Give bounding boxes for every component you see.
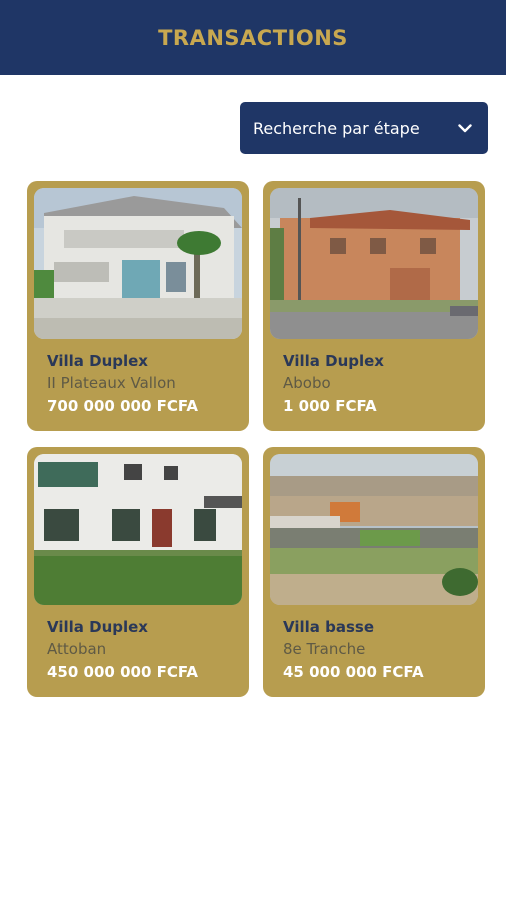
listing-price: 450 000 000 FCFA: [47, 663, 198, 681]
listing-photo: [34, 188, 242, 339]
listing-card[interactable]: Villa Duplex Abobo 1 000 FCFA: [263, 181, 485, 431]
listing-title: Villa Duplex: [47, 618, 148, 636]
listing-card[interactable]: Villa Duplex Attoban 450 000 000 FCFA: [27, 447, 249, 697]
listing-title: Villa Duplex: [283, 352, 384, 370]
chevron-down-icon: [458, 121, 472, 135]
listing-title: Villa Duplex: [47, 352, 148, 370]
listing-price: 1 000 FCFA: [283, 397, 377, 415]
listing-card[interactable]: Villa Duplex II Plateaux Vallon 700 000 …: [27, 181, 249, 431]
listing-title: Villa basse: [283, 618, 375, 636]
listing-price: 700 000 000 FCFA: [47, 397, 198, 415]
listing-location: 8e Tranche: [283, 640, 366, 658]
listing-card[interactable]: Villa basse 8e Tranche 45 000 000 FCFA: [263, 447, 485, 697]
stage-filter-label: Recherche par étape: [253, 118, 420, 138]
stage-filter-dropdown[interactable]: Recherche par étape: [240, 102, 488, 154]
listing-photo: [270, 454, 478, 605]
listing-photo: [270, 188, 478, 339]
app-header: TRANSACTIONS: [0, 0, 506, 75]
listing-location: II Plateaux Vallon: [47, 374, 176, 392]
listing-location: Attoban: [47, 640, 107, 658]
listing-location: Abobo: [283, 374, 331, 392]
listing-price: 45 000 000 FCFA: [283, 663, 424, 681]
page-title: TRANSACTIONS: [158, 25, 348, 50]
listing-photo: [34, 454, 242, 605]
